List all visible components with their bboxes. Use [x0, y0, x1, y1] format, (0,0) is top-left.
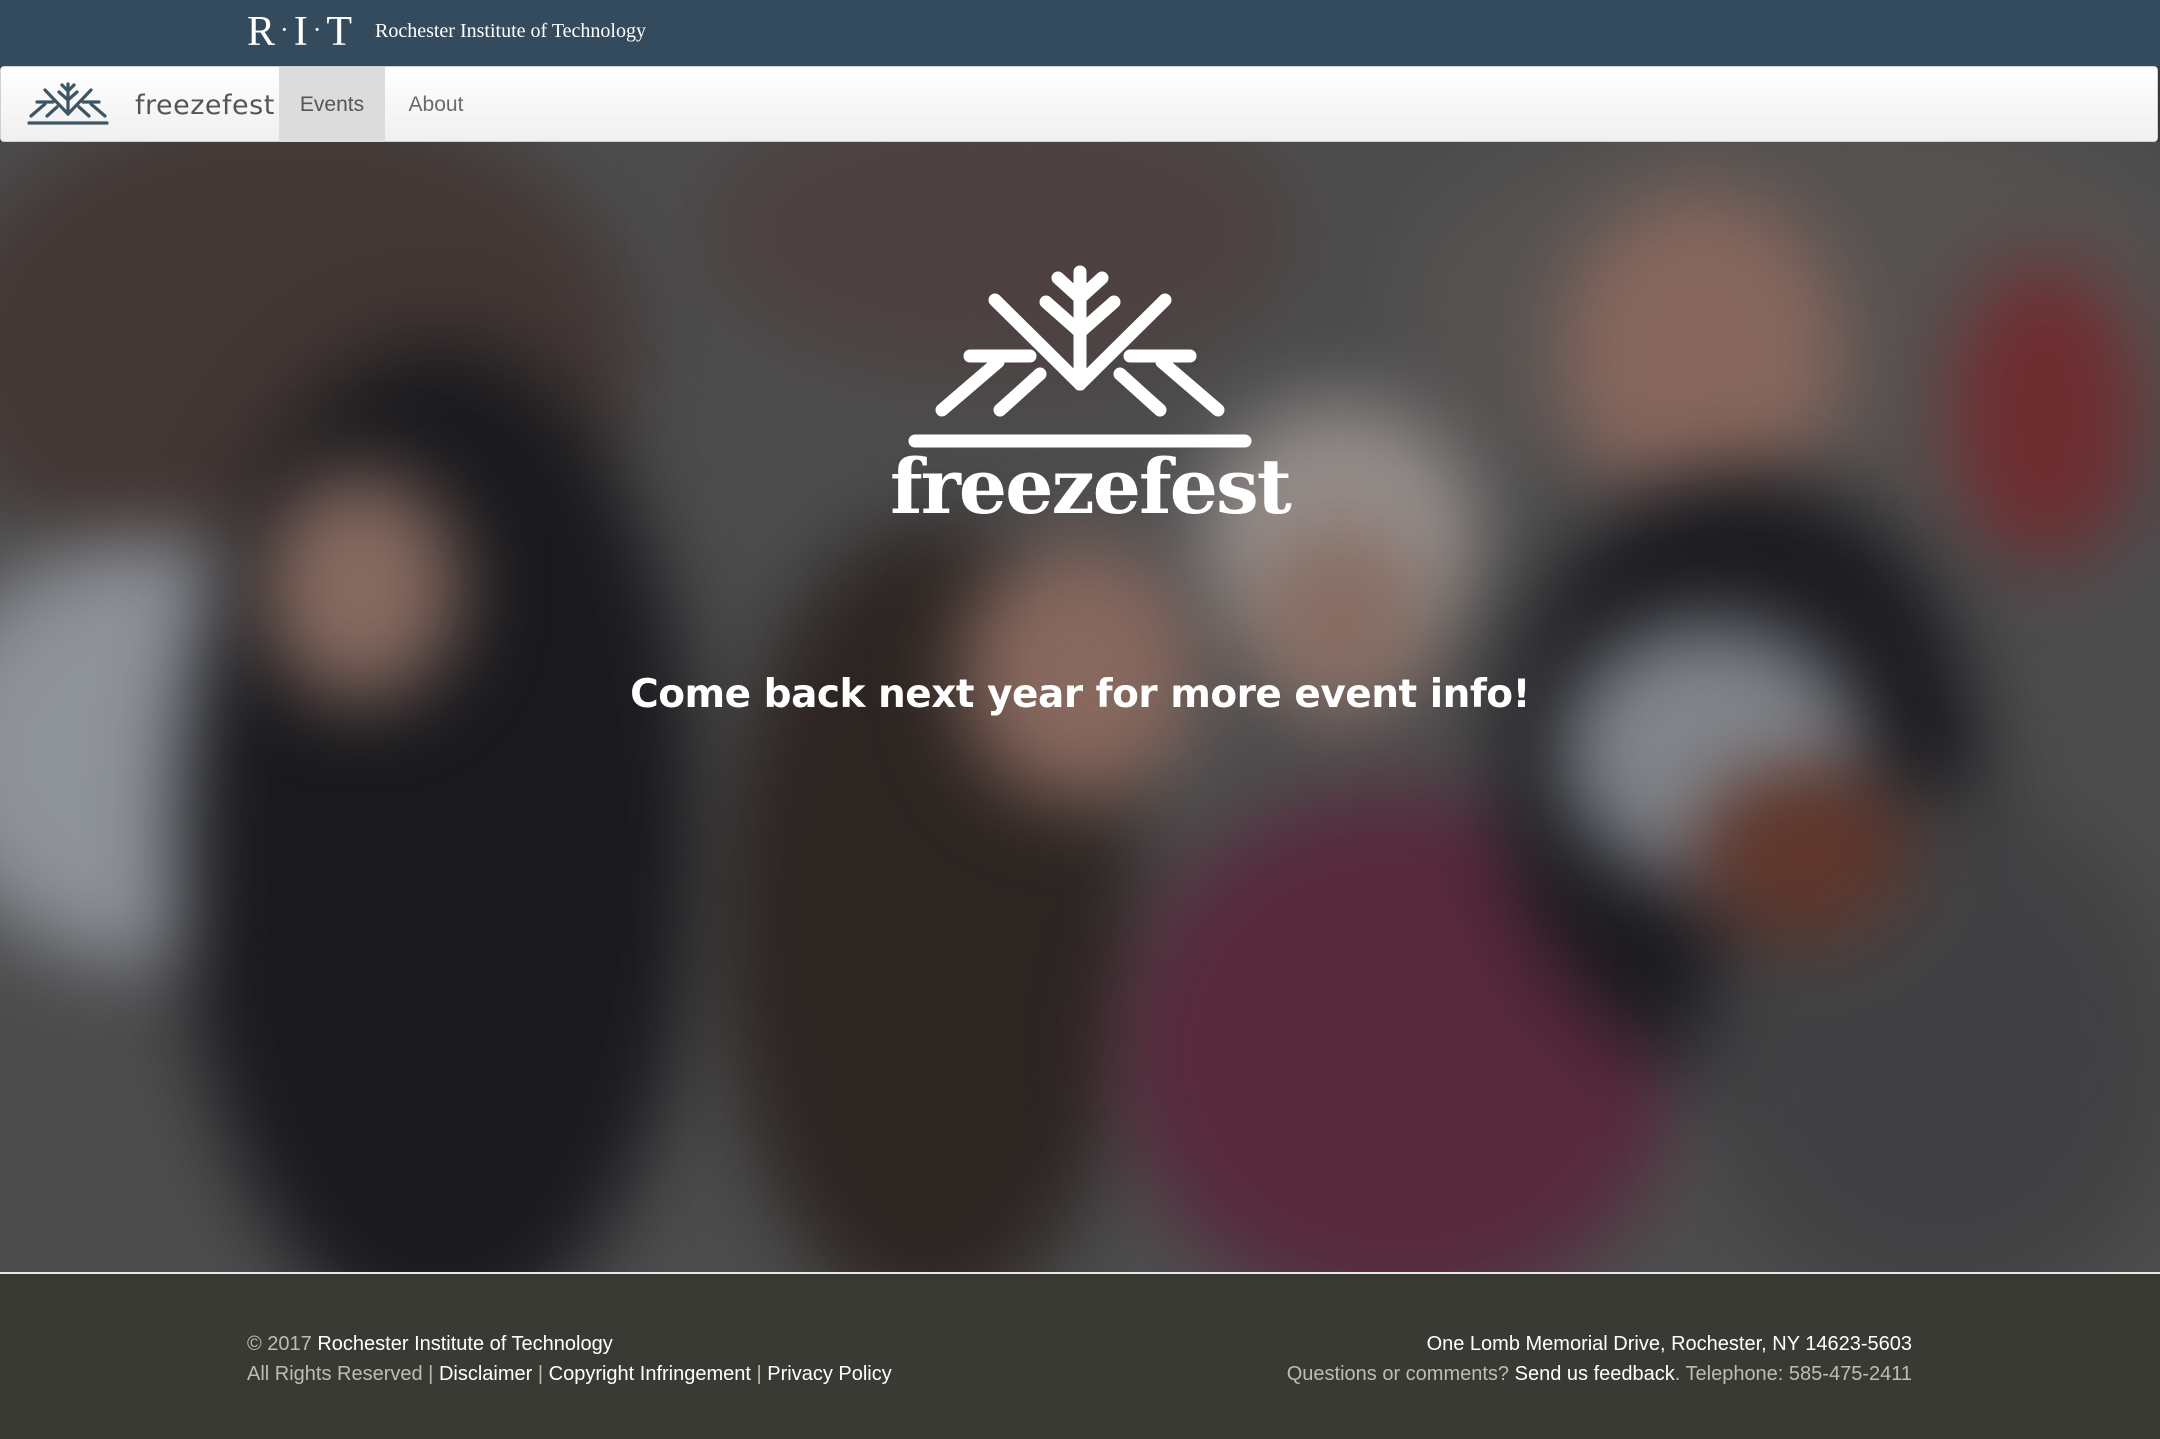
footer-separator: |	[756, 1363, 762, 1385]
footer-links-line: All Rights Reserved | Disclaimer | Copyr…	[247, 1359, 892, 1389]
rit-header-bar: R · I · T Rochester Institute of Technol…	[0, 0, 2160, 66]
hero-message: Come back next year for more event info!	[630, 672, 1530, 717]
footer-contact-line: Questions or comments? Send us feedback.…	[1287, 1359, 1912, 1389]
rit-logo-letter-i: I	[293, 9, 310, 55]
footer-left: © 2017 Rochester Institute of Technology…	[247, 1329, 892, 1389]
rit-institution-name[interactable]: Rochester Institute of Technology	[375, 20, 646, 43]
footer-address: One Lomb Memorial Drive, Rochester, NY 1…	[1287, 1329, 1912, 1359]
footer-separator: |	[537, 1363, 544, 1385]
rit-logo-dot: ·	[312, 15, 324, 44]
brand-name: freezefest	[135, 89, 275, 121]
address-link[interactable]: One Lomb Memorial Drive, Rochester, NY 1…	[1427, 1333, 1912, 1355]
rit-logo-letter-t: T	[326, 9, 355, 55]
telephone-text: . Telephone: 585-475-2411	[1674, 1363, 1912, 1385]
hero-logo-wordmark: freezefest	[890, 442, 1292, 531]
main-navbar: freezefest Events About	[0, 66, 2158, 142]
questions-text: Questions or comments?	[1286, 1363, 1510, 1385]
site-footer: © 2017 Rochester Institute of Technology…	[0, 1272, 2160, 1439]
rit-logo-dot: ·	[280, 15, 291, 44]
rit-logo[interactable]: R · I · T	[247, 9, 354, 55]
snowflake-icon	[908, 265, 1252, 448]
privacy-policy-link[interactable]: Privacy Policy	[767, 1363, 891, 1385]
footer-copyright-line: © 2017 Rochester Institute of Technology	[247, 1329, 892, 1359]
rights-reserved-text: All Rights Reserved |	[247, 1363, 434, 1385]
hero-freezefest-logo: freezefest	[890, 264, 1292, 554]
hero-section: freezefest Come back next year for more …	[0, 142, 2160, 1272]
nav-item-about[interactable]: About	[387, 67, 485, 142]
snowflake-logo-icon	[27, 82, 109, 125]
rit-logo-letter-r: R	[247, 9, 278, 55]
footer-right: One Lomb Memorial Drive, Rochester, NY 1…	[1287, 1329, 1912, 1389]
brand-link[interactable]: freezefest	[23, 67, 275, 143]
nav-item-events[interactable]: Events	[279, 67, 385, 142]
rit-footer-link[interactable]: Rochester Institute of Technology	[317, 1333, 612, 1355]
disclaimer-link[interactable]: Disclaimer	[439, 1363, 532, 1385]
send-feedback-link[interactable]: Send us feedback	[1515, 1363, 1675, 1385]
copyright-infringement-link[interactable]: Copyright Infringement	[549, 1363, 751, 1385]
copyright-text: © 2017	[247, 1333, 312, 1355]
